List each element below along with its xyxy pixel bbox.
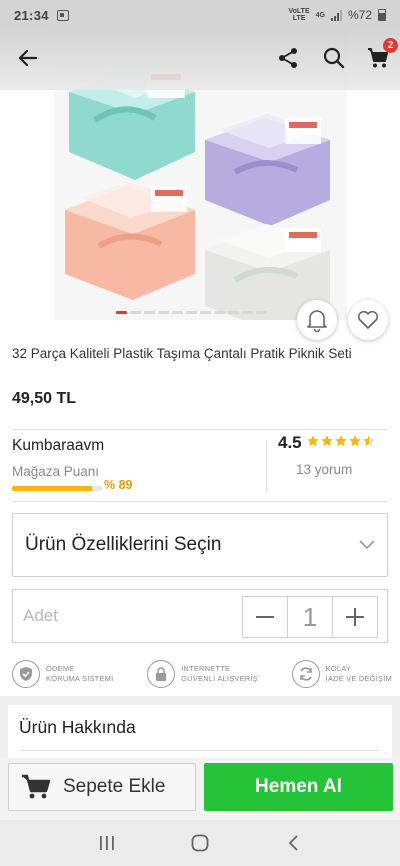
carousel-dot [144,311,155,314]
network-type: 4G [315,11,325,19]
add-to-cart-label: Sepete Ekle [63,776,166,797]
recent-apps-button[interactable] [87,828,127,858]
store-score-label: Mağaza Puanı [12,464,100,479]
review-count-link[interactable]: 13 yorum [296,462,352,477]
star-icon [321,435,333,447]
about-product-section[interactable]: Ürün Hakkında [8,705,392,765]
carousel-dot [130,311,141,314]
store-score-fill [12,486,93,491]
cart-button[interactable]: 2 [362,38,398,74]
battery-icon [378,9,386,21]
product-price: 49,50 TL [12,390,77,407]
notify-button[interactable] [297,300,337,340]
signal-icon [330,9,342,21]
arrow-left-icon [18,49,38,67]
seller-name[interactable]: Kumbaraavm [12,437,104,455]
divider [19,750,381,751]
decrement-button[interactable] [243,597,287,637]
plus-icon [346,608,364,626]
rating-value: 4.5 [278,433,302,452]
lock-icon [147,660,176,688]
back-button[interactable] [12,42,44,74]
star-icon [349,435,361,447]
carousel-dot [200,311,211,314]
badge-secure-shopping: İNTERNETTE GÜVENLİ ALIŞVERİŞ [147,660,258,688]
quantity-stepper[interactable]: 1 [242,596,378,638]
status-indicators: VoLTE LTE 4G %72 [288,8,386,22]
carousel-dot [228,311,239,314]
gallery-notification-icon [56,9,69,21]
star-icon [363,435,375,447]
favorite-button[interactable] [348,300,388,340]
product-gallery[interactable]: 2 [0,30,400,330]
battery-percent: %72 [347,8,372,22]
carousel-dot [242,311,253,314]
volte-indicator: VoLTE LTE [288,8,310,22]
search-button[interactable] [318,42,350,74]
divider [12,501,388,502]
shield-check-icon [12,660,40,688]
carousel-dot [158,311,169,314]
heart-icon [357,310,379,329]
bell-icon [307,310,327,332]
increment-button[interactable] [333,597,377,637]
vertical-divider [266,440,267,492]
bottom-action-bar: Sepete Ekle Hemen Al [0,758,400,820]
carousel-dot [116,311,127,314]
home-button[interactable] [180,828,220,858]
product-title: 32 Parça Kaliteli Plastik Taşıma Çantalı… [12,346,352,361]
chevron-left-icon [289,835,298,851]
share-button[interactable] [272,42,304,74]
add-to-cart-button[interactable]: Sepete Ekle [8,763,196,811]
carousel-dot [172,311,183,314]
buy-now-button[interactable]: Hemen Al [204,763,393,811]
quantity-label: Adet [23,606,58,625]
trust-badges: ÖDEME KORUMA SİSTEMİ İNTERNETTE GÜVENLİ AL… [12,660,392,688]
feature-select-label: Ürün Özelliklerini Seçin [25,534,222,555]
carousel-dot [186,311,197,314]
about-product-heading: Ürün Hakkında [19,717,136,737]
star-icon [307,435,319,447]
refresh-icon [291,660,320,688]
carousel-dot [214,311,225,314]
badge-easy-return: KOLAY İADE VE DEĞİŞİM [291,660,392,688]
quantity-value[interactable]: 1 [287,597,333,637]
carousel-indicator [116,311,267,314]
carousel-dot [256,311,267,314]
divider [12,429,388,430]
home-icon [191,834,209,852]
search-icon [323,47,345,69]
rating-stars [306,434,376,448]
store-score-bar [12,486,102,491]
star-icon [335,435,347,447]
feature-select[interactable]: Ürün Özelliklerini Seçin [12,513,388,577]
cart-count-badge: 2 [383,38,398,53]
status-bar: 21:34 VoLTE LTE 4G %72 [0,0,400,30]
system-navigation-bar [0,820,400,866]
cart-icon [22,774,51,799]
recent-apps-icon [99,836,114,850]
minus-icon [256,616,274,618]
buy-now-label: Hemen Al [255,776,342,797]
status-time: 21:34 [14,7,49,23]
share-icon [279,48,297,68]
chevron-down-icon [359,540,375,550]
quantity-row: Adet 1 [12,589,388,643]
badge-payment-protection: ÖDEME KORUMA SİSTEMİ [12,660,113,688]
store-score-percent: % 89 [104,478,133,492]
back-nav-button[interactable] [273,828,313,858]
